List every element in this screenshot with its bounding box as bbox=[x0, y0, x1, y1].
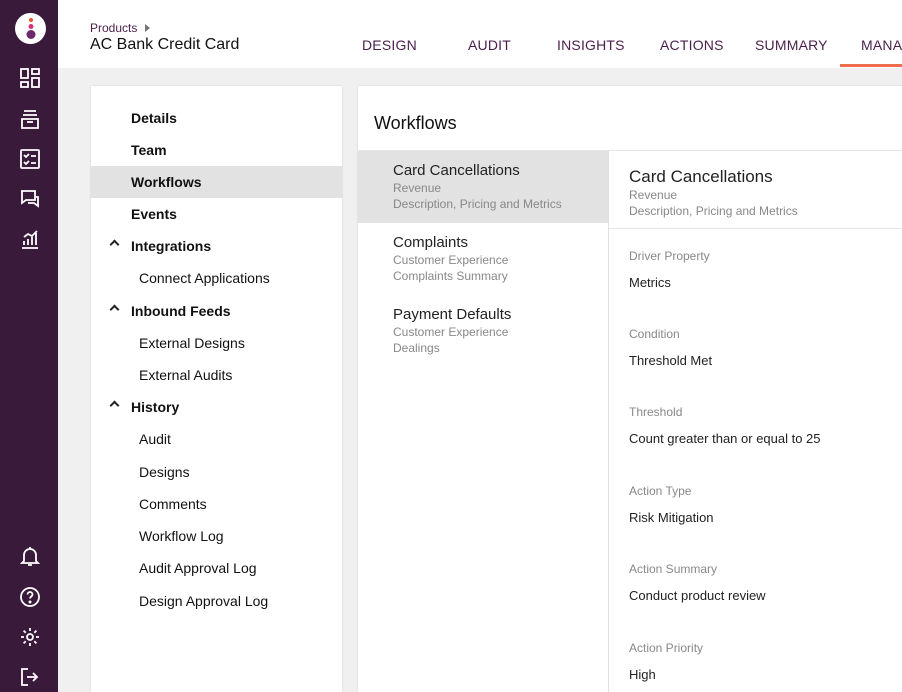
detail-description: Description, Pricing and Metrics bbox=[629, 204, 798, 218]
menu-item-designs[interactable]: Designs bbox=[91, 456, 342, 488]
workflows-panel: Workflows Card Cancellations Revenue Des… bbox=[358, 86, 902, 692]
workflow-category: Customer Experience bbox=[393, 325, 509, 339]
field-action-priority: Action Priority High bbox=[629, 641, 899, 682]
workflow-category: Revenue bbox=[393, 181, 442, 195]
menu-group-label: Inbound Feeds bbox=[131, 303, 231, 319]
field-label: Action Priority bbox=[629, 641, 704, 655]
chevron-up-icon[interactable] bbox=[109, 239, 120, 250]
bell-icon[interactable] bbox=[19, 545, 41, 567]
menu-group-label: History bbox=[131, 399, 180, 415]
workflow-category: Customer Experience bbox=[393, 253, 509, 267]
field-label: Driver Property bbox=[629, 249, 710, 263]
field-label: Condition bbox=[629, 327, 680, 341]
field-condition: Condition Threshold Met bbox=[629, 327, 899, 368]
settings-icon[interactable] bbox=[19, 626, 41, 648]
menu-group-label: Integrations bbox=[131, 238, 212, 254]
menu-item-events[interactable]: Events bbox=[91, 198, 342, 230]
workflow-item-card-cancellations[interactable]: Card Cancellations Revenue Description, … bbox=[358, 151, 608, 223]
field-value: Conduct product review bbox=[629, 588, 766, 603]
tab-audit[interactable]: AUDIT bbox=[468, 37, 511, 53]
field-threshold: Threshold Count greater than or equal to… bbox=[629, 405, 899, 446]
workflow-description: Description, Pricing and Metrics bbox=[393, 197, 562, 211]
workflows-title: Workflows bbox=[374, 113, 457, 133]
app-logo[interactable] bbox=[15, 13, 46, 44]
workflow-description: Complaints Summary bbox=[393, 269, 508, 283]
workflow-item-payment-defaults[interactable]: Payment Defaults Customer Experience Dea… bbox=[358, 295, 608, 367]
chevron-right-icon bbox=[145, 24, 151, 32]
field-value: Count greater than or equal to 25 bbox=[629, 431, 821, 446]
tab-manage[interactable]: MANA bbox=[861, 37, 902, 53]
chevron-up-icon[interactable] bbox=[109, 304, 120, 315]
workflow-name: Complaints bbox=[393, 234, 469, 251]
app-rail bbox=[0, 0, 58, 692]
workflow-item-complaints[interactable]: Complaints Customer Experience Complaint… bbox=[358, 223, 608, 295]
workflow-name: Payment Defaults bbox=[393, 306, 512, 323]
checklist-icon[interactable] bbox=[19, 148, 41, 170]
field-label: Action Summary bbox=[629, 562, 718, 576]
chevron-up-icon[interactable] bbox=[109, 400, 120, 411]
menu-item-external-designs[interactable]: External Designs bbox=[91, 327, 342, 359]
field-label: Action Type bbox=[629, 484, 692, 498]
page-header: Products AC Bank Credit Card DESIGN AUDI… bbox=[58, 0, 902, 68]
menu-group-inbound-feeds[interactable]: Inbound Feeds bbox=[91, 295, 342, 327]
analytics-icon[interactable] bbox=[19, 228, 41, 250]
chat-icon[interactable] bbox=[19, 188, 41, 210]
menu-item-comments[interactable]: Comments bbox=[91, 488, 342, 520]
tab-design[interactable]: DESIGN bbox=[362, 37, 417, 53]
menu-item-team[interactable]: Team bbox=[91, 134, 342, 166]
menu-item-workflow-log[interactable]: Workflow Log bbox=[91, 520, 342, 552]
field-value: Threshold Met bbox=[629, 353, 713, 368]
workflow-name: Card Cancellations bbox=[393, 162, 520, 179]
workflow-list: Card Cancellations Revenue Description, … bbox=[358, 151, 609, 692]
field-action-summary: Action Summary Conduct product review bbox=[629, 562, 899, 603]
field-action-type: Action Type Risk Mitigation bbox=[629, 484, 899, 525]
breadcrumb-products[interactable]: Products bbox=[90, 21, 137, 35]
field-value: Risk Mitigation bbox=[629, 510, 714, 525]
detail-name: Card Cancellations bbox=[629, 167, 773, 186]
settings-menu: Details Team Workflows Events Integratio… bbox=[91, 86, 342, 692]
help-icon[interactable] bbox=[19, 586, 41, 608]
tab-summary[interactable]: SUMMARY bbox=[755, 37, 828, 53]
field-label: Threshold bbox=[629, 405, 683, 419]
tab-actions[interactable]: ACTIONS bbox=[660, 37, 724, 53]
menu-item-audit-approval-log[interactable]: Audit Approval Log bbox=[91, 552, 342, 584]
menu-group-integrations[interactable]: Integrations bbox=[91, 230, 342, 262]
archive-icon[interactable] bbox=[19, 108, 41, 130]
tab-insights[interactable]: INSIGHTS bbox=[557, 37, 625, 53]
page-title: AC Bank Credit Card bbox=[90, 36, 240, 53]
menu-item-external-audits[interactable]: External Audits bbox=[91, 359, 342, 391]
active-tab-indicator bbox=[840, 64, 902, 67]
field-driver-property: Driver Property Metrics bbox=[629, 249, 899, 290]
field-value: High bbox=[629, 667, 656, 682]
logout-icon[interactable] bbox=[19, 666, 41, 688]
menu-item-design-approval-log[interactable]: Design Approval Log bbox=[91, 585, 342, 617]
menu-item-workflows[interactable]: Workflows bbox=[91, 166, 342, 198]
workflow-detail-header: Card Cancellations Revenue Description, … bbox=[609, 151, 902, 229]
menu-item-audit[interactable]: Audit bbox=[91, 423, 342, 455]
workflow-description: Dealings bbox=[393, 341, 440, 355]
menu-group-history[interactable]: History bbox=[91, 391, 342, 423]
menu-item-details[interactable]: Details bbox=[91, 102, 342, 134]
breadcrumb[interactable]: Products bbox=[90, 21, 151, 35]
detail-category: Revenue bbox=[629, 188, 678, 202]
dashboard-icon[interactable] bbox=[19, 67, 41, 89]
field-value: Metrics bbox=[629, 275, 671, 290]
menu-item-connect-applications[interactable]: Connect Applications bbox=[91, 262, 342, 294]
workflow-detail: Card Cancellations Revenue Description, … bbox=[609, 151, 902, 692]
